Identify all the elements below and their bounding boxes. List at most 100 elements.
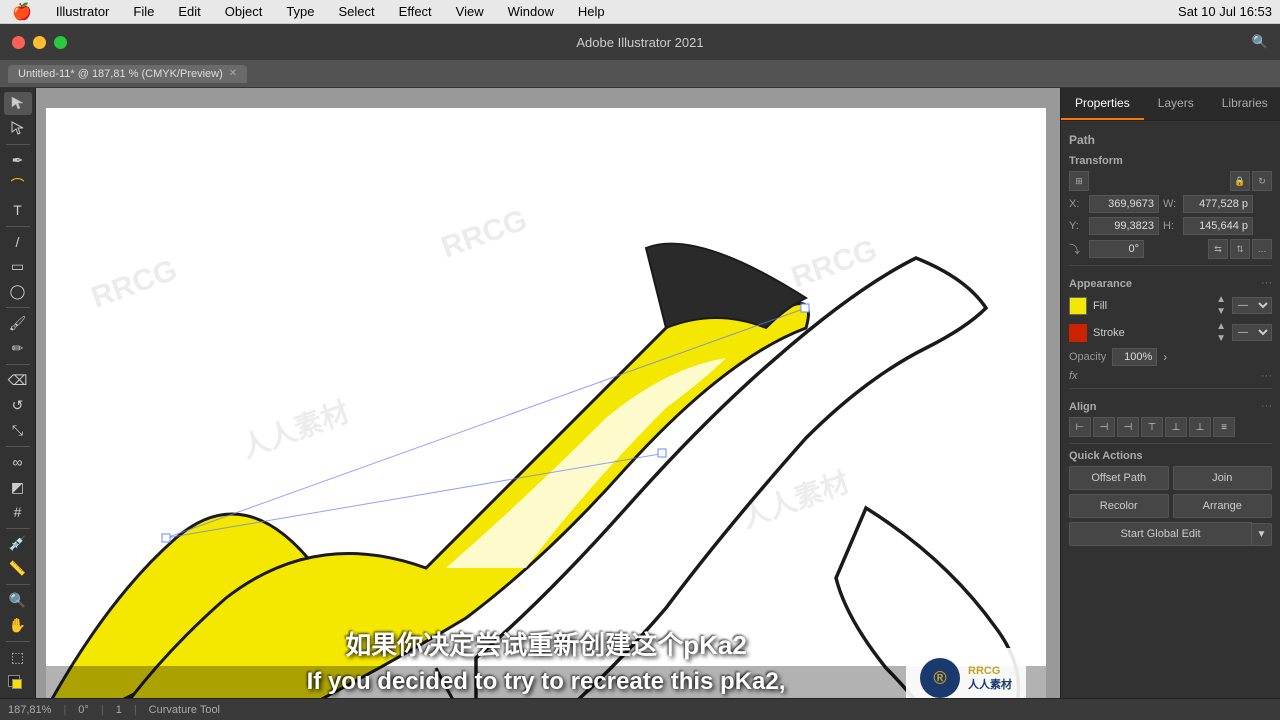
eraser-tool[interactable]: ⌫ bbox=[4, 369, 32, 392]
fill-down[interactable]: ▼ bbox=[1216, 306, 1226, 317]
fx-more[interactable]: ··· bbox=[1261, 370, 1272, 382]
logo-text: RRCG人人素材 bbox=[968, 664, 1012, 693]
w-input[interactable] bbox=[1183, 195, 1253, 213]
opacity-input[interactable] bbox=[1112, 348, 1157, 366]
menu-object[interactable]: Object bbox=[221, 2, 267, 21]
opacity-arrow-up[interactable]: › bbox=[1163, 350, 1167, 364]
canvas-artboard: RRCG 人人素材 RRCG 人人素材 RRCG 人人素材 RRCG 人人素材 bbox=[46, 108, 1046, 698]
x-label: X: bbox=[1069, 198, 1085, 210]
pen-tool[interactable]: ✒ bbox=[4, 149, 32, 172]
align-chart[interactable]: ≡ bbox=[1213, 417, 1235, 437]
tab-layers[interactable]: Layers bbox=[1144, 88, 1208, 120]
rotate-tool[interactable]: ↺ bbox=[4, 394, 32, 417]
menu-effect[interactable]: Effect bbox=[395, 2, 436, 21]
fill-swatch[interactable] bbox=[1069, 297, 1087, 315]
menu-file[interactable]: File bbox=[129, 2, 158, 21]
tab-libraries[interactable]: Libraries bbox=[1208, 88, 1280, 120]
stroke-row[interactable]: Stroke ▲ ▼ — bbox=[1069, 321, 1272, 344]
appearance-more[interactable]: ··· bbox=[1261, 277, 1272, 289]
measure-tool[interactable]: 📏 bbox=[4, 557, 32, 580]
menu-illustrator[interactable]: Illustrator bbox=[52, 2, 113, 21]
align-bottom-edge[interactable]: ⊥ bbox=[1189, 417, 1211, 437]
right-panel: Properties Layers Libraries Path Transfo… bbox=[1060, 88, 1280, 698]
flip-v-btn[interactable]: ⇅ bbox=[1230, 239, 1250, 259]
transform-icon-link[interactable]: ⊞ bbox=[1069, 171, 1089, 191]
apple-menu[interactable]: 🍎 bbox=[8, 0, 36, 24]
blend-tool[interactable]: ∞ bbox=[4, 451, 32, 474]
curvature-tool[interactable]: ⌒ bbox=[4, 174, 32, 197]
ellipse-tool[interactable]: ◯ bbox=[4, 280, 32, 303]
document-tab[interactable]: Untitled-11* @ 187,81 % (CMYK/Preview) ✕ bbox=[8, 65, 247, 83]
align-right-edge[interactable]: ⊣ bbox=[1117, 417, 1139, 437]
transform-reset[interactable]: ↻ bbox=[1252, 171, 1272, 191]
stroke-swatch[interactable] bbox=[1069, 324, 1087, 342]
zoom-level[interactable]: 187,81% bbox=[8, 704, 51, 716]
rectangle-tool[interactable]: ▭ bbox=[4, 255, 32, 278]
fx-label[interactable]: fx bbox=[1069, 370, 1078, 382]
divider-1 bbox=[1069, 265, 1272, 266]
mesh-tool[interactable]: # bbox=[4, 501, 32, 524]
fill-up[interactable]: ▲ bbox=[1216, 294, 1226, 305]
eyedropper-tool[interactable]: 💉 bbox=[4, 532, 32, 555]
menu-edit[interactable]: Edit bbox=[174, 2, 204, 21]
quick-actions-title: Quick Actions bbox=[1069, 450, 1272, 462]
selection-tool[interactable] bbox=[4, 92, 32, 115]
menu-window[interactable]: Window bbox=[504, 2, 558, 21]
direct-selection-tool[interactable] bbox=[4, 117, 32, 140]
tab-properties[interactable]: Properties bbox=[1061, 88, 1144, 120]
recolor-button[interactable]: Recolor bbox=[1069, 494, 1169, 518]
stroke-down[interactable]: ▼ bbox=[1216, 333, 1226, 344]
gradient-tool[interactable]: ◩ bbox=[4, 476, 32, 499]
join-button[interactable]: Join bbox=[1173, 466, 1273, 490]
minimize-button[interactable] bbox=[33, 36, 46, 49]
start-global-edit-button[interactable]: Start Global Edit bbox=[1069, 522, 1252, 546]
illustration-svg: RRCG 人人素材 RRCG 人人素材 RRCG 人人素材 RRCG 人人素材 bbox=[46, 108, 1046, 698]
panel-tabs: Properties Layers Libraries bbox=[1061, 88, 1280, 121]
menu-select[interactable]: Select bbox=[335, 2, 379, 21]
line-tool[interactable]: / bbox=[4, 231, 32, 254]
rotate-input[interactable] bbox=[1089, 240, 1144, 258]
app-title: Adobe Illustrator 2021 bbox=[576, 35, 703, 50]
fill-stroke[interactable] bbox=[4, 671, 32, 694]
close-button[interactable] bbox=[12, 36, 25, 49]
more-transform[interactable]: … bbox=[1252, 239, 1272, 259]
stroke-up[interactable]: ▲ bbox=[1216, 321, 1226, 332]
arrange-button[interactable]: Arrange bbox=[1173, 494, 1273, 518]
menu-view[interactable]: View bbox=[452, 2, 488, 21]
toolbar-divider-7 bbox=[6, 584, 30, 585]
y-input[interactable] bbox=[1089, 217, 1159, 235]
menu-type[interactable]: Type bbox=[282, 2, 318, 21]
tab-bar: Untitled-11* @ 187,81 % (CMYK/Preview) ✕ bbox=[0, 60, 1280, 88]
global-edit-dropdown[interactable]: ▼ bbox=[1252, 523, 1272, 546]
scale-tool[interactable]: ⤡ bbox=[4, 419, 32, 442]
type-tool[interactable]: T bbox=[4, 199, 32, 222]
maximize-button[interactable] bbox=[54, 36, 67, 49]
align-more[interactable]: ··· bbox=[1261, 400, 1272, 412]
path-label: Path bbox=[1069, 129, 1272, 149]
menu-help[interactable]: Help bbox=[574, 2, 609, 21]
fill-type-select[interactable]: — bbox=[1232, 297, 1272, 314]
align-top-edge[interactable]: ⊤ bbox=[1141, 417, 1163, 437]
x-input[interactable] bbox=[1089, 195, 1159, 213]
paintbrush-tool[interactable]: 🖌 bbox=[4, 312, 32, 335]
transform-constrain[interactable]: 🔒 bbox=[1230, 171, 1250, 191]
artboard-tool[interactable]: ⬚ bbox=[4, 646, 32, 669]
pencil-tool[interactable]: ✏ bbox=[4, 337, 32, 360]
stroke-type-select[interactable]: — bbox=[1232, 324, 1272, 341]
flip-h-btn[interactable]: ⇆ bbox=[1208, 239, 1228, 259]
y-label: Y: bbox=[1069, 220, 1085, 232]
offset-path-button[interactable]: Offset Path bbox=[1069, 466, 1169, 490]
tab-close-button[interactable]: ✕ bbox=[229, 68, 237, 79]
h-input[interactable] bbox=[1183, 217, 1253, 235]
zoom-tool[interactable]: 🔍 bbox=[4, 589, 32, 612]
fill-row[interactable]: Fill ▲ ▼ — bbox=[1069, 294, 1272, 317]
status-sep-3: | bbox=[134, 704, 137, 716]
align-title: Align bbox=[1069, 401, 1261, 413]
search-icon[interactable]: 🔍 bbox=[1252, 34, 1268, 50]
divider-3 bbox=[1069, 443, 1272, 444]
align-h-center[interactable]: ⊣ bbox=[1093, 417, 1115, 437]
align-v-center[interactable]: ⊥ bbox=[1165, 417, 1187, 437]
align-left-edge[interactable]: ⊢ bbox=[1069, 417, 1091, 437]
canvas-area[interactable]: RRCG 人人素材 RRCG 人人素材 RRCG 人人素材 RRCG 人人素材 bbox=[36, 88, 1060, 698]
hand-tool[interactable]: ✋ bbox=[4, 614, 32, 637]
